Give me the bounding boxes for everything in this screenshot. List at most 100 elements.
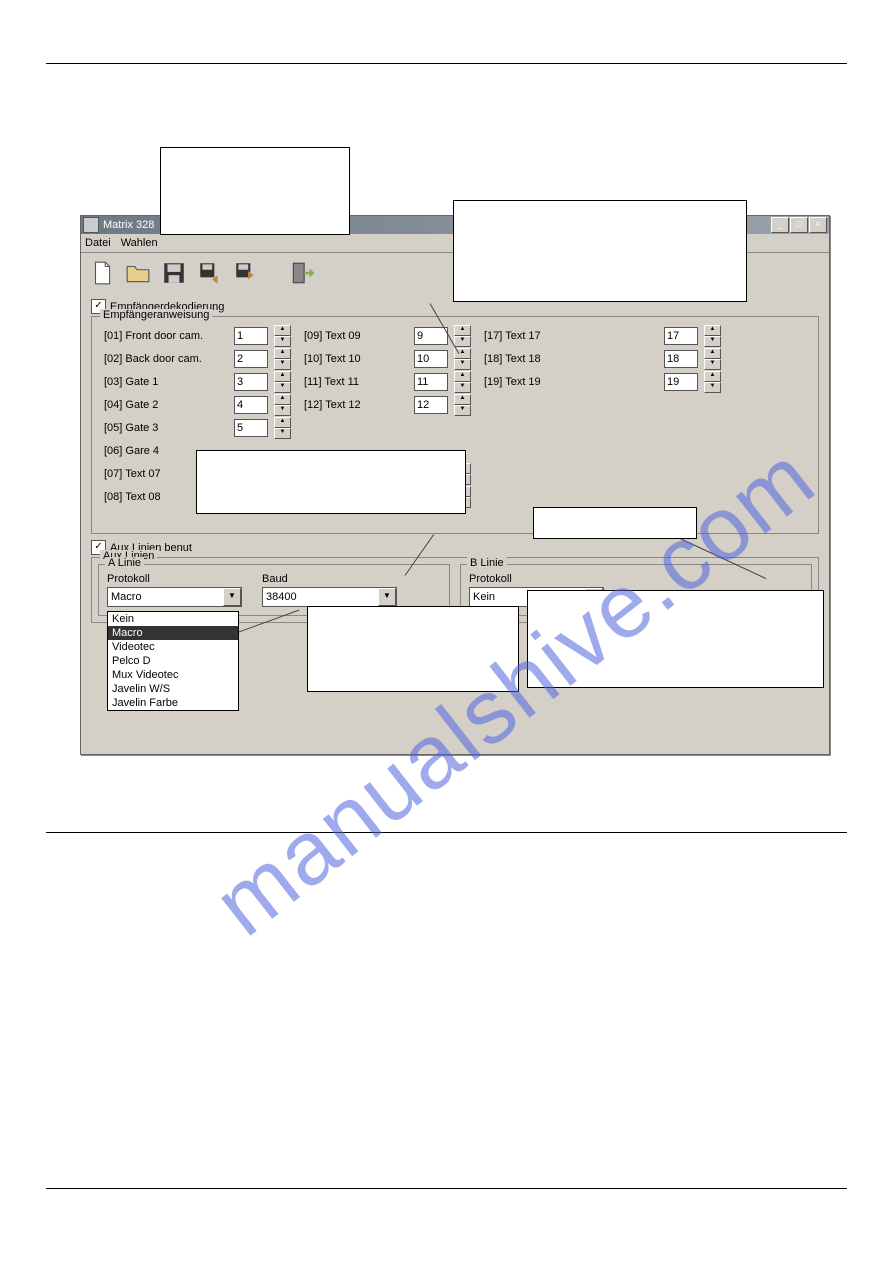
aux-a-protokoll-value: Macro xyxy=(111,591,142,603)
receiver-spinner-5[interactable]: 5 ▲▼ xyxy=(234,417,291,439)
callout-box-4 xyxy=(533,507,697,539)
dropdown-item-javelin-farbe[interactable]: Javelin Farbe xyxy=(108,696,238,710)
spin-down-icon[interactable]: ▼ xyxy=(454,359,471,370)
dropdown-item-javelin-w-s[interactable]: Javelin W/S xyxy=(108,682,238,696)
upload-icon[interactable] xyxy=(195,258,225,288)
receiver-value-1[interactable]: 1 xyxy=(234,327,268,345)
receiver-label-3: [03] Gate 1 xyxy=(104,371,204,393)
callout-box-3 xyxy=(196,450,466,514)
spin-down-icon[interactable]: ▼ xyxy=(454,382,471,393)
aux-a-protokoll-combo[interactable]: Macro ▼ xyxy=(107,587,242,607)
spin-down-icon[interactable]: ▼ xyxy=(274,382,291,393)
receiver-spinner-12[interactable]: 12 ▲▼ xyxy=(414,394,471,416)
dropdown-item-mux-videotec[interactable]: Mux Videotec xyxy=(108,668,238,682)
spin-up-icon[interactable]: ▲ xyxy=(704,325,721,336)
minimize-button[interactable]: _ xyxy=(771,217,789,233)
receiver-value-5[interactable]: 5 xyxy=(234,419,268,437)
spin-up-icon[interactable]: ▲ xyxy=(454,394,471,405)
receiver-spinner-9[interactable]: 9 ▲▼ xyxy=(414,325,471,347)
receiver-label-4: [04] Gate 2 xyxy=(104,394,204,416)
spin-down-icon[interactable]: ▼ xyxy=(454,336,471,347)
receiver-spinner-4[interactable]: 4 ▲▼ xyxy=(234,394,291,416)
menu-datei[interactable]: Datei xyxy=(85,237,111,249)
close-button[interactable]: × xyxy=(809,217,827,233)
open-file-icon[interactable] xyxy=(123,258,153,288)
receiver-label-17: [17] Text 17 xyxy=(484,325,584,347)
receiver-value-3[interactable]: 3 xyxy=(234,373,268,391)
receiver-value-18[interactable]: 18 xyxy=(664,350,698,368)
receiver-label-5: [05] Gate 3 xyxy=(104,417,204,439)
window-title: Matrix 328 xyxy=(103,219,154,231)
dropdown-item-macro[interactable]: Macro xyxy=(108,626,238,640)
receiver-value-19[interactable]: 19 xyxy=(664,373,698,391)
receiver-spinner-10[interactable]: 10▲▼ xyxy=(414,348,471,370)
receiver-spinner-3[interactable]: 3 ▲▼ xyxy=(234,371,291,393)
download-icon[interactable] xyxy=(231,258,261,288)
spin-down-icon[interactable]: ▼ xyxy=(274,359,291,370)
aux-a-baud-combo[interactable]: 38400 ▼ xyxy=(262,587,397,607)
dropdown-item-kein[interactable]: Kein xyxy=(108,612,238,626)
receiver-value-17[interactable]: 17 xyxy=(664,327,698,345)
receiver-value-11[interactable]: 11 xyxy=(414,373,448,391)
spin-up-icon[interactable]: ▲ xyxy=(704,371,721,382)
spin-down-icon[interactable]: ▼ xyxy=(274,428,291,439)
aux-b-protokoll-value: Kein xyxy=(473,591,495,603)
aux-a-protokoll-dropdown[interactable]: KeinMacroVideotecPelco DMux VideotecJave… xyxy=(107,611,239,711)
callout-box-2 xyxy=(453,200,747,302)
save-file-icon[interactable] xyxy=(159,258,189,288)
receiver-group-title: Empfängeranweisung xyxy=(100,309,212,321)
spin-up-icon[interactable]: ▲ xyxy=(274,417,291,428)
receiver-label-12: [12] Text 12 xyxy=(304,394,404,416)
spin-up-icon[interactable]: ▲ xyxy=(454,371,471,382)
callout-box-6 xyxy=(527,590,824,688)
spin-up-icon[interactable]: ▲ xyxy=(274,325,291,336)
dropdown-icon: ▼ xyxy=(378,588,396,606)
receiver-label-2: [02] Back door cam. xyxy=(104,348,204,370)
receiver-spinner-18[interactable]: 18 ▲▼ xyxy=(664,348,721,370)
dropdown-item-videotec[interactable]: Videotec xyxy=(108,640,238,654)
receiver-value-10[interactable]: 10 xyxy=(414,350,448,368)
receiver-label-18: [18] Text 18 xyxy=(484,348,584,370)
receiver-spinner-11[interactable]: 11 ▲▼ xyxy=(414,371,471,393)
menu-wahlen[interactable]: Wahlen xyxy=(121,237,158,249)
spin-up-icon[interactable]: ▲ xyxy=(274,371,291,382)
aux-b-title: B Linie xyxy=(467,557,507,569)
spin-down-icon[interactable]: ▼ xyxy=(704,336,721,347)
spin-up-icon[interactable]: ▲ xyxy=(454,325,471,336)
new-file-icon[interactable] xyxy=(87,258,117,288)
receiver-label-1: [01] Front door cam. xyxy=(104,325,204,347)
receiver-value-12[interactable]: 12 xyxy=(414,396,448,414)
receiver-spinner-19[interactable]: 19 ▲▼ xyxy=(664,371,721,393)
spin-down-icon[interactable]: ▼ xyxy=(274,336,291,347)
spin-down-icon[interactable]: ▼ xyxy=(274,405,291,416)
receiver-label-8: [08] Text 08 xyxy=(104,486,204,508)
receiver-value-4[interactable]: 4 xyxy=(234,396,268,414)
aux-b-protokoll-label: Protokoll xyxy=(469,573,803,585)
aux-a-baud-label: Baud xyxy=(262,573,397,585)
aux-a-baud-value: 38400 xyxy=(266,591,297,603)
receiver-spinner-17[interactable]: 17 ▲▼ xyxy=(664,325,721,347)
maximize-button[interactable]: □ xyxy=(790,217,808,233)
receiver-label-10: [10] Text 10 xyxy=(304,348,404,370)
spin-down-icon[interactable]: ▼ xyxy=(704,359,721,370)
receiver-spinner-1[interactable]: 1 ▲▼ xyxy=(234,325,291,347)
receiver-label-7: [07] Text 07 xyxy=(104,463,204,485)
spin-down-icon[interactable]: ▼ xyxy=(454,405,471,416)
receiver-label-9: [09] Text 09 xyxy=(304,325,404,347)
callout-box-5 xyxy=(307,606,519,692)
dropdown-item-pelco-d[interactable]: Pelco D xyxy=(108,654,238,668)
app-icon xyxy=(83,217,99,233)
receiver-label-6: [06] Gare 4 xyxy=(104,440,204,462)
spin-up-icon[interactable]: ▲ xyxy=(274,348,291,359)
receiver-spinner-2[interactable]: 2 ▲▼ xyxy=(234,348,291,370)
spin-down-icon[interactable]: ▼ xyxy=(704,382,721,393)
callout-box-1 xyxy=(160,147,350,235)
spin-up-icon[interactable]: ▲ xyxy=(274,394,291,405)
spin-up-icon[interactable]: ▲ xyxy=(704,348,721,359)
receiver-value-9[interactable]: 9 xyxy=(414,327,448,345)
receiver-value-2[interactable]: 2 xyxy=(234,350,268,368)
aux-a-title: A Linie xyxy=(105,557,144,569)
exit-icon[interactable] xyxy=(287,258,317,288)
aux-a-protokoll-label: Protokoll xyxy=(107,573,242,585)
dropdown-icon: ▼ xyxy=(223,588,241,606)
